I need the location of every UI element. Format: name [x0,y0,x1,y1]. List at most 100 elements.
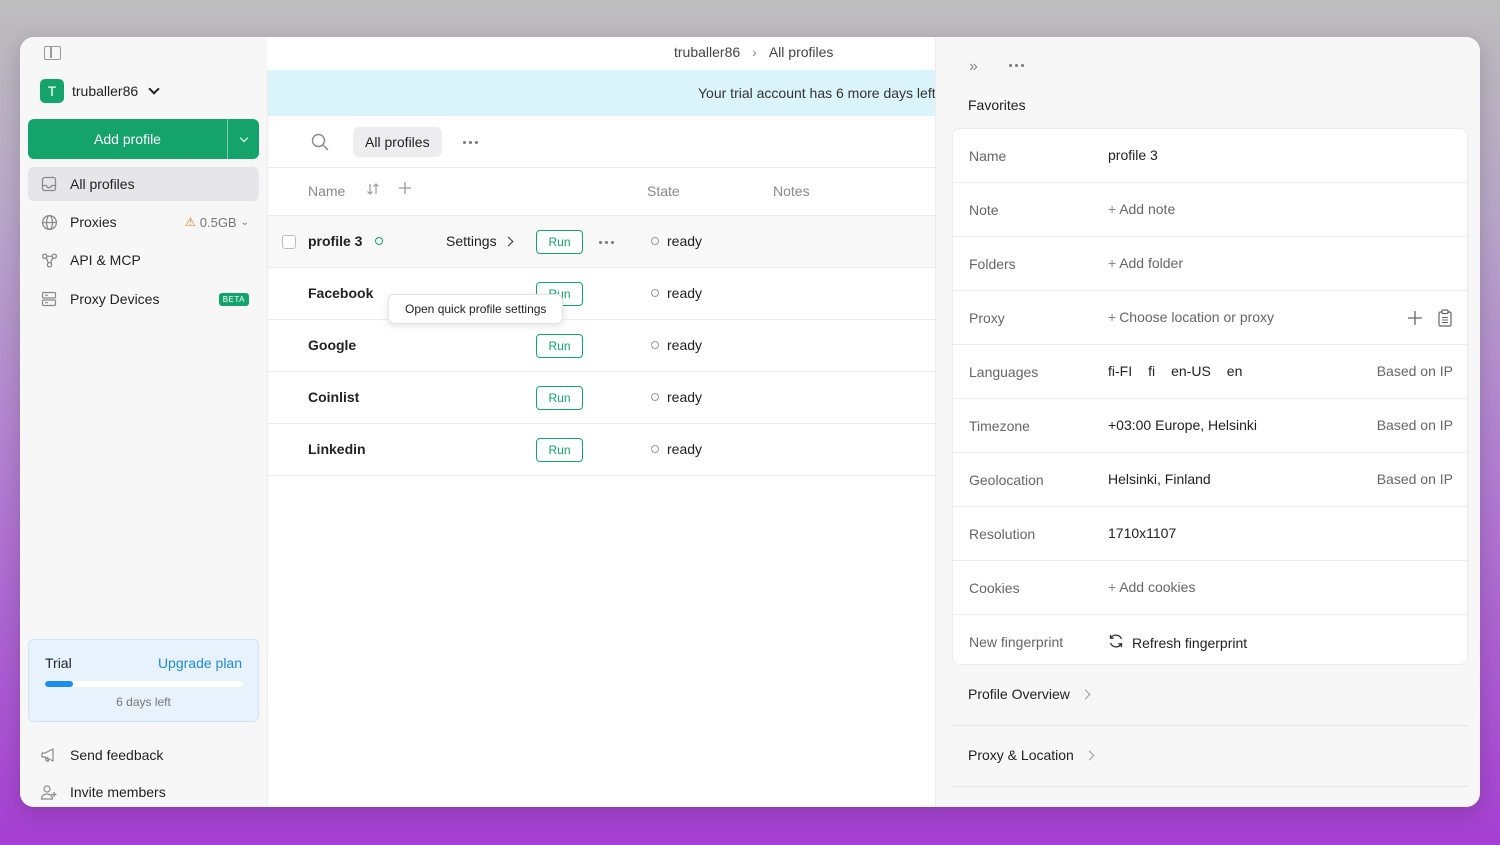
field-languages[interactable]: Languages fi-FI fi en-US en Based on IP [953,345,1469,399]
plus-icon: + [1108,579,1117,595]
panel-title: Favorites [968,97,1026,113]
table-row[interactable]: Linkedin Run ready [268,424,936,476]
geolocation-value[interactable]: Helsinki, Finland [1108,471,1211,487]
profile-name[interactable]: profile 3 [308,233,362,249]
filter-chip-all-profiles[interactable]: All profiles [353,127,442,157]
upgrade-plan-link[interactable]: Upgrade plan [158,655,242,671]
profiles-toolbar: All profiles [268,116,936,168]
section-profile-overview[interactable]: Profile Overview [968,686,1091,702]
breadcrumb-account[interactable]: truballer86 [674,44,740,60]
sidebar-item-label: Proxies [70,214,117,230]
sidebar-item-api-mcp[interactable]: API & MCP [28,243,259,277]
panel-more-icon[interactable] [1009,64,1024,67]
invite-members-label: Invite members [70,784,166,800]
sidebar-item-proxy-devices[interactable]: Proxy Devices BETA [28,282,259,316]
search-icon[interactable] [310,132,330,157]
account-switcher[interactable]: T truballer86 [40,79,160,103]
section-label: Proxy & Location [968,747,1074,763]
trial-progress-fill [45,681,73,687]
languages-value[interactable]: fi-FI fi en-US en [1108,363,1242,379]
more-options-icon[interactable] [463,141,478,144]
field-label: Folders [969,256,1016,272]
field-label: Languages [969,364,1039,380]
add-column-icon[interactable] [398,181,412,198]
inbox-icon [40,175,58,193]
sidebar-item-proxies[interactable]: Proxies ⚠ 0.5GB ⌄ [28,205,259,239]
invite-members-button[interactable]: Invite members [40,781,166,803]
run-button[interactable]: Run [536,334,583,358]
choose-proxy-button[interactable]: + Choose location or proxy [1108,309,1274,325]
run-button[interactable]: Run [536,230,583,254]
clipboard-icon[interactable] [1437,309,1453,330]
timezone-value[interactable]: +03:00 Europe, Helsinki [1108,417,1257,433]
run-button[interactable]: Run [536,438,583,462]
field-folders[interactable]: Folders + Add folder [953,237,1469,291]
table-row[interactable]: profile 3 Settings Run ready [268,216,936,268]
field-fingerprint[interactable]: New fingerprint Refresh fingerprint [953,615,1469,669]
column-state: State [647,183,680,199]
field-name[interactable]: Name profile 3 [953,129,1469,183]
field-label: Geolocation [969,472,1044,488]
field-label: Proxy [969,310,1005,326]
resolution-value[interactable]: 1710x1107 [1108,525,1176,541]
table-row[interactable]: Facebook Run ready [268,268,936,320]
state-indicator-icon [651,237,659,245]
profile-name[interactable]: Linkedin [308,441,366,457]
timezone-hint: Based on IP [1376,417,1453,433]
sidebar-item-label: Proxy Devices [70,291,160,307]
server-icon [40,290,58,308]
sort-icon[interactable] [366,182,380,199]
field-label: Resolution [969,526,1036,542]
field-label: Timezone [969,418,1030,434]
field-geolocation[interactable]: Geolocation Helsinki, Finland Based on I… [953,453,1469,507]
collapse-panel-icon[interactable]: » [969,58,978,76]
profile-name[interactable]: Coinlist [308,389,359,405]
send-feedback-button[interactable]: Send feedback [40,744,163,766]
add-proxy-icon[interactable] [1407,310,1423,329]
sidebar: T truballer86 Add profile All profiles P… [20,37,267,807]
favorite-indicator-icon [375,237,383,245]
send-feedback-label: Send feedback [70,747,164,763]
state-label: ready [667,233,703,249]
table-row[interactable]: Google Run ready [268,320,936,372]
profile-name[interactable]: Facebook [308,285,373,301]
language-tag: en [1226,363,1243,379]
add-folder-button[interactable]: + Add folder [1108,255,1183,271]
field-timezone[interactable]: Timezone +03:00 Europe, Helsinki Based o… [953,399,1469,453]
sidebar-toggle-icon[interactable] [44,46,61,60]
refresh-fingerprint-button[interactable]: Refresh fingerprint [1108,633,1247,652]
sidebar-item-all-profiles[interactable]: All profiles [28,167,259,201]
run-button[interactable]: Run [536,386,583,410]
add-profile-group: Add profile [28,119,259,159]
language-tag: en-US [1171,363,1211,379]
add-profile-dropdown-button[interactable] [227,119,259,159]
breadcrumb: truballer86 › All profiles [674,44,833,60]
proxy-actions [1407,309,1453,330]
field-proxy[interactable]: Proxy + Choose location or proxy [953,291,1469,345]
language-tag: fi [1148,363,1156,379]
chevron-right-icon [503,236,514,246]
row-checkbox[interactable] [282,235,296,249]
field-cookies[interactable]: Cookies + Add cookies [953,561,1469,615]
field-note[interactable]: Note + Add note [953,183,1469,237]
table-row[interactable]: Coinlist Run ready [268,372,936,424]
add-cookies-button[interactable]: + Add cookies [1108,579,1195,595]
field-label: Cookies [969,580,1020,596]
trial-card: Trial Upgrade plan 6 days left [28,639,259,722]
settings-label: Settings [446,233,497,249]
state-indicator-icon [651,341,659,349]
quick-settings-button[interactable]: Settings [446,233,514,249]
quick-settings-tooltip: Open quick profile settings [388,294,564,324]
column-name[interactable]: Name [308,183,345,199]
add-note-button[interactable]: + Add note [1108,201,1175,217]
profile-name[interactable]: Google [308,337,356,353]
profiles-main: Your trial account has 6 more days left … [267,70,936,807]
add-profile-button[interactable]: Add profile [28,119,227,159]
section-proxy-location[interactable]: Proxy & Location [968,747,1095,763]
field-resolution[interactable]: Resolution 1710x1107 [953,507,1469,561]
state-indicator-icon [651,393,659,401]
profile-name-value[interactable]: profile 3 [1108,147,1158,163]
account-name: truballer86 [72,83,139,99]
row-more-icon[interactable] [599,241,614,244]
sidebar-item-label: All profiles [70,176,135,192]
